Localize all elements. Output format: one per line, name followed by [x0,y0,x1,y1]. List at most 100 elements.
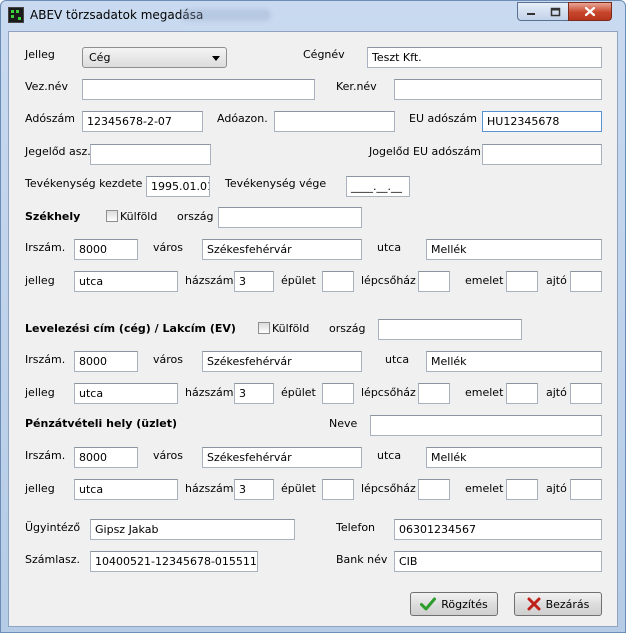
ugyintezo-input[interactable]: Gipsz Jakab [90,519,295,540]
szekhely-ajto-input[interactable] [570,271,602,292]
szekhely-emelet-label: emelet [465,274,504,287]
jegelod-asz-input[interactable] [90,144,211,165]
szekhely-utca-input[interactable]: Mellék [426,239,602,260]
jogelod-eu-input[interactable] [482,144,602,165]
tev-kezdete-input[interactable]: 1995.01.01 [146,176,210,197]
levelezesi-kulfold-label: Külföld [272,322,310,335]
penzatveteli-heading: Pénzátvételi hely (üzlet) [25,417,177,430]
title-bar[interactable]: ABEV törzsadatok megadása [1,1,625,31]
title-blur [181,9,271,21]
levelezesi-jelleg-input[interactable]: utca [74,383,178,404]
szekhely-varos-label: város [153,241,183,254]
app-window: ABEV törzsadatok megadása Jelleg Cég Cég… [0,0,626,633]
penzatveteli-hazszam-input[interactable]: 3 [234,479,274,500]
levelezesi-varos-label: város [153,353,183,366]
levelezesi-epulet-input[interactable] [322,383,354,404]
penzatveteli-varos-input[interactable]: Székesfehérvár [202,447,362,468]
abev-app-icon [8,7,24,23]
kernev-label: Ker.név [336,80,377,93]
rogzites-label: Rögzítés [441,597,488,611]
minimize-button[interactable] [517,2,544,21]
szekhely-lepcsohaz-input[interactable] [418,271,450,292]
szekhely-varos-input[interactable]: Székesfehérvár [202,239,362,260]
levelezesi-hazszam-label: házszám [185,386,234,399]
bezaras-button[interactable]: Bezárás [514,592,602,616]
penzatveteli-irszam-input[interactable]: 8000 [74,447,138,468]
check-icon [420,597,437,611]
adoszam-input[interactable]: 12345678-2-07 [82,111,203,132]
penzatveteli-hazszam-label: házszám [185,482,234,495]
levelezesi-heading: Levelezési cím (cég) / Lakcím (EV) [25,322,236,335]
szekhely-jelleg-input[interactable]: utca [74,271,178,292]
maximize-icon [550,7,561,16]
szekhely-epulet-input[interactable] [322,271,354,292]
penzatveteli-epulet-label: épület [281,482,316,495]
penzatveteli-neve-label: Neve [329,417,358,430]
minimize-icon [526,12,535,15]
cegnev-input[interactable]: Teszt Kft. [367,47,602,68]
x-icon [527,597,541,611]
szekhely-orszag-label: ország [177,210,214,223]
levelezesi-lepcsohaz-label: lépcsőház [361,386,416,399]
tev-vege-label: Tevékenység vége [225,177,327,190]
szekhely-epulet-label: épület [281,274,316,287]
jelleg-select-value: Cég [89,51,111,64]
bank-nev-input[interactable]: CIB [394,551,602,572]
levelezesi-orszag-input[interactable] [378,319,522,340]
eu-adoszam-input[interactable]: HU12345678 [482,111,602,132]
szekhely-irszam-input[interactable]: 8000 [74,239,138,260]
szekhely-hazszam-input[interactable]: 3 [234,271,274,292]
szamlasz-label: Számlasz. [25,553,81,566]
penzatveteli-emelet-label: emelet [465,482,504,495]
levelezesi-hazszam-input[interactable]: 3 [234,383,274,404]
szekhely-kulfold-checkbox[interactable] [106,210,118,222]
penzatveteli-utca-label: utca [377,449,402,462]
levelezesi-utca-input[interactable]: Mellék [426,351,602,372]
close-window-button[interactable] [568,2,612,21]
penzatveteli-ajto-input[interactable] [570,479,602,500]
veznev-input[interactable] [82,79,315,100]
rogzites-button[interactable]: Rögzítés [410,592,498,616]
jogelod-eu-label: Jogelőd EU adószám [369,145,481,158]
penzatveteli-lepcsohaz-input[interactable] [418,479,450,500]
levelezesi-kulfold-checkbox[interactable] [258,322,270,334]
adoazon-label: Adóazon. [217,112,268,125]
adoazon-input[interactable] [274,111,395,132]
penzatveteli-jelleg-input[interactable]: utca [74,479,178,500]
penzatveteli-emelet-input[interactable] [506,479,538,500]
close-icon [584,6,596,17]
penzatveteli-epulet-input[interactable] [322,479,354,500]
levelezesi-varos-input[interactable]: Székesfehérvár [202,351,362,372]
levelezesi-emelet-label: emelet [465,386,504,399]
chevron-down-icon [212,56,220,61]
jelleg-select[interactable]: Cég [82,47,227,68]
veznev-label: Vez.név [25,80,68,93]
levelezesi-orszag-label: ország [329,322,366,335]
penzatveteli-neve-input[interactable] [370,415,602,436]
kernev-input[interactable] [394,79,602,100]
telefon-label: Telefon [336,521,376,534]
window-title: ABEV törzsadatok megadása [30,8,204,22]
bezaras-label: Bezárás [545,597,590,611]
penzatveteli-utca-input[interactable]: Mellék [426,447,602,468]
szekhely-hazszam-label: házszám [185,274,234,287]
cegnev-label: Cégnév [303,48,345,61]
levelezesi-emelet-input[interactable] [506,383,538,404]
jelleg-label: Jelleg [25,48,55,61]
levelezesi-lepcsohaz-input[interactable] [418,383,450,404]
telefon-input[interactable]: 06301234567 [394,519,602,540]
szekhely-lepcsohaz-label: lépcsőház [361,274,416,287]
penzatveteli-lepcsohaz-label: lépcsőház [361,482,416,495]
maximize-button[interactable] [543,2,569,21]
szekhely-orszag-input[interactable] [218,207,362,228]
szekhely-irszam-label: Irszám. [25,241,66,254]
szekhely-emelet-input[interactable] [506,271,538,292]
levelezesi-irszam-input[interactable]: 8000 [74,351,138,372]
levelezesi-epulet-label: épület [281,386,316,399]
levelezesi-utca-label: utca [385,353,410,366]
penzatveteli-varos-label: város [153,449,183,462]
szamlasz-input[interactable]: 10400521-12345678-01551100 [90,551,258,572]
levelezesi-ajto-input[interactable] [570,383,602,404]
levelezesi-ajto-label: ajtó [546,386,567,399]
tev-vege-input[interactable]: ____.__.__ [346,176,410,197]
